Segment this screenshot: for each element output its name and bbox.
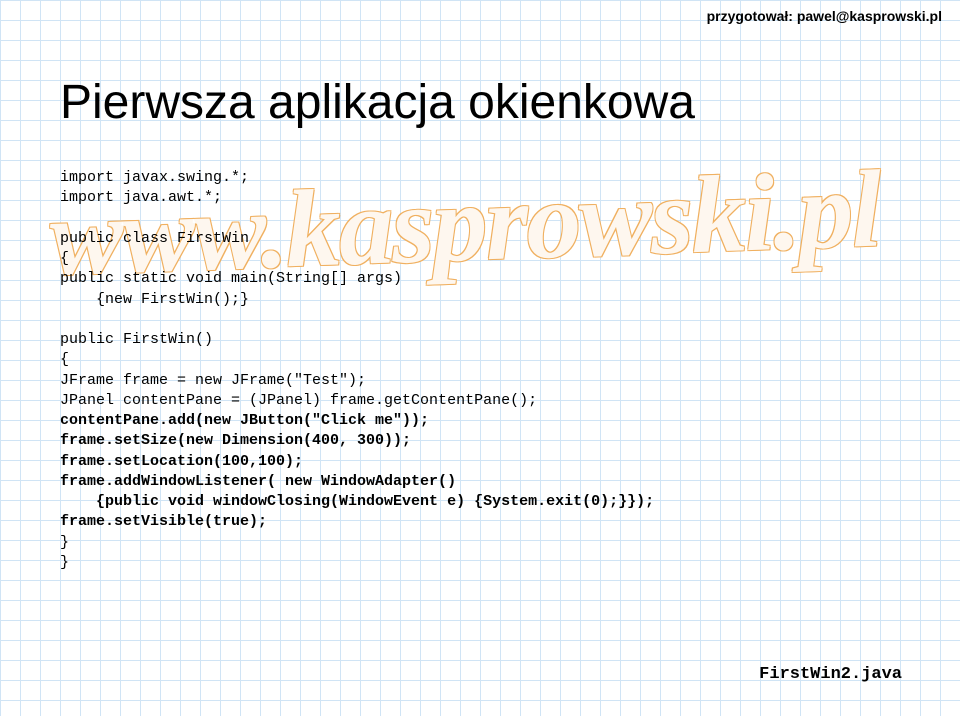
code-line: frame.setVisible(true); <box>60 513 267 530</box>
code-line: JPanel contentPane = (JPanel) frame.getC… <box>60 392 537 409</box>
slide-title: Pierwsza aplikacja okienkowa <box>60 75 900 130</box>
code-line: public static void main(String[] args) <box>60 270 402 287</box>
code-line: import java.awt.*; <box>60 189 222 206</box>
code-line: } <box>60 534 69 551</box>
code-line: frame.addWindowListener( new WindowAdapt… <box>60 473 456 490</box>
code-line: public FirstWin() <box>60 331 213 348</box>
code-line: JFrame frame = new JFrame("Test"); <box>60 372 366 389</box>
code-line: { <box>60 351 69 368</box>
code-line: {public void windowClosing(WindowEvent e… <box>60 493 654 510</box>
code-block: import javax.swing.*; import java.awt.*;… <box>60 168 900 573</box>
filename-label: FirstWin2.java <box>759 665 902 684</box>
code-line: {new FirstWin();} <box>60 291 249 308</box>
code-line: import javax.swing.*; <box>60 169 249 186</box>
code-line: } <box>60 554 69 571</box>
code-line: frame.setSize(new Dimension(400, 300)); <box>60 432 411 449</box>
code-line: { <box>60 250 69 267</box>
code-line: frame.setLocation(100,100); <box>60 453 303 470</box>
code-line: public class FirstWin <box>60 230 249 247</box>
slide-content: Pierwsza aplikacja okienkowa import java… <box>0 0 960 573</box>
code-line: contentPane.add(new JButton("Click me"))… <box>60 412 429 429</box>
